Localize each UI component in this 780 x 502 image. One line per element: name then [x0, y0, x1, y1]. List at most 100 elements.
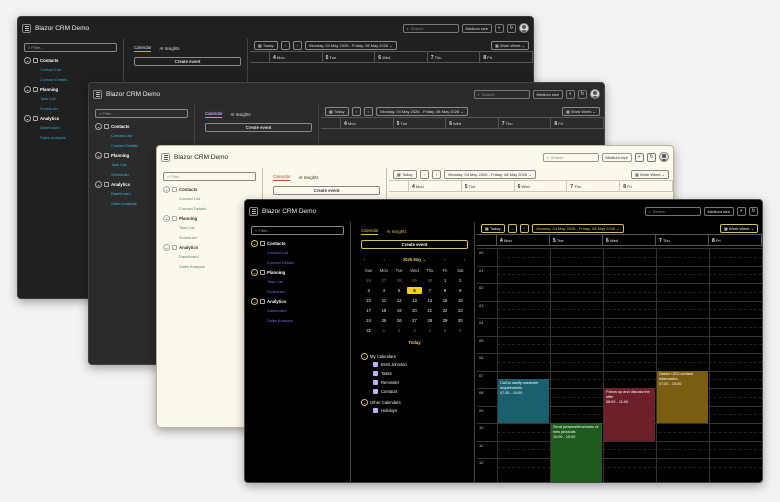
- filter-input[interactable]: ⌕ Filter...: [95, 109, 188, 118]
- sidebar-item-scheduler[interactable]: Scheduler: [163, 233, 256, 243]
- chevron-up-icon[interactable]: ‹: [444, 257, 445, 262]
- day-header[interactable]: 6 Wed: [603, 235, 656, 245]
- filter-input[interactable]: ⌕ Filter...: [251, 226, 344, 235]
- mini-calendar-day[interactable]: 10: [361, 297, 376, 304]
- day-header[interactable]: 5 Tue: [394, 118, 447, 128]
- mini-calendar-day[interactable]: 14: [422, 297, 437, 304]
- create-event-button[interactable]: Create event: [134, 57, 241, 66]
- size-select[interactable]: Medium size: [461, 23, 492, 33]
- size-select[interactable]: Medium size: [601, 152, 632, 162]
- theme-icon[interactable]: ◐: [566, 89, 575, 99]
- sidebar-item-dashboard[interactable]: Dashboard: [251, 306, 344, 316]
- day-header[interactable]: 4 Mon: [341, 118, 394, 128]
- calendar-event[interactable]: Follow up and discuss the offer 08:00 - 1…: [604, 388, 655, 441]
- day-header[interactable]: 8 Fri: [480, 52, 533, 62]
- date-range-button[interactable]: Monday, 04 May 2026 - Friday, 08 May 202…: [305, 40, 397, 50]
- mini-calendar-day[interactable]: 29: [437, 317, 452, 324]
- create-event-button[interactable]: Create event: [205, 123, 312, 132]
- day-header[interactable]: 8 Fri: [551, 118, 604, 128]
- view-select[interactable]: ▦ Work Week ⌄: [562, 106, 600, 116]
- view-select[interactable]: ▦ Work Week ⌄: [491, 40, 529, 50]
- search-input[interactable]: ⌕ Search: [644, 206, 701, 216]
- mini-calendar-title[interactable]: 2026 May ⌄: [403, 257, 426, 262]
- day-header[interactable]: 5 Tue: [462, 181, 515, 191]
- sidebar-group-analytics[interactable]: ⌄ Analytics: [251, 297, 344, 306]
- sidebar-group-contacts[interactable]: ⌄ Contacts: [24, 56, 117, 65]
- tab-ai-insights[interactable]: AI Insights: [230, 112, 250, 117]
- theme-icon[interactable]: ◐: [495, 23, 504, 33]
- refresh-icon[interactable]: ↻: [647, 152, 656, 162]
- mini-calendar-day[interactable]: 28: [422, 317, 437, 324]
- checkbox-icon[interactable]: [373, 380, 378, 385]
- mini-calendar-day[interactable]: 1: [376, 327, 391, 334]
- sidebar-group-planning[interactable]: ⌄ Planning: [251, 268, 344, 277]
- mini-calendar-day[interactable]: 15: [437, 297, 452, 304]
- prev-button[interactable]: ‹: [419, 169, 429, 179]
- date-range-button[interactable]: Monday, 04 May 2026 - Friday, 08 May 202…: [444, 169, 536, 179]
- calendar-item[interactable]: Holidays: [361, 406, 468, 415]
- filter-input[interactable]: ⌕ Filter...: [163, 172, 256, 181]
- chevron-right-icon[interactable]: ›: [383, 257, 384, 262]
- refresh-icon[interactable]: ↻: [749, 206, 758, 216]
- mini-calendar-day[interactable]: 26: [392, 317, 407, 324]
- mini-calendar-day[interactable]: 18: [376, 307, 391, 314]
- avatar[interactable]: [590, 89, 600, 99]
- sidebar-item-contact-list[interactable]: Contact List: [251, 248, 344, 258]
- mini-calendar-day[interactable]: 4: [376, 287, 391, 294]
- time-grid[interactable]: 00 01 02 03 04 05 06 07 08 09 10 11 12 Call to clarif…: [477, 248, 762, 482]
- sidebar-item-dashboard[interactable]: Dashboard: [163, 252, 256, 262]
- sidebar-item-contact-list[interactable]: Contact List: [24, 65, 117, 75]
- mini-calendar-day[interactable]: 25: [376, 317, 391, 324]
- mini-calendar-day[interactable]: 31: [361, 327, 376, 334]
- mini-calendar-day[interactable]: 4: [422, 327, 437, 334]
- calendar-event[interactable]: Send pictures/brochures of new products 1…: [551, 423, 602, 482]
- create-event-button[interactable]: Create event: [361, 240, 468, 249]
- mini-calendar-day[interactable]: 29: [407, 277, 422, 284]
- theme-icon[interactable]: ◐: [635, 152, 644, 162]
- mini-calendar-day[interactable]: 30: [422, 277, 437, 284]
- checkbox-icon[interactable]: [373, 362, 378, 367]
- size-select[interactable]: Medium size: [532, 89, 563, 99]
- day-header[interactable]: 7 Thu: [567, 181, 621, 191]
- create-event-button[interactable]: Create event: [273, 186, 380, 195]
- mini-today-button[interactable]: Today: [361, 340, 468, 345]
- mini-calendar-day[interactable]: 9: [453, 287, 468, 294]
- my-calendars-group[interactable]: ⌄ My Calendars: [361, 353, 468, 360]
- day-header[interactable]: 5 Tue: [550, 235, 603, 245]
- calendar-item[interactable]: Tasks: [361, 369, 468, 378]
- mini-calendar-day[interactable]: 27: [407, 317, 422, 324]
- prev-button[interactable]: ‹: [280, 40, 290, 50]
- day-header[interactable]: 8 Fri: [620, 181, 673, 191]
- sidebar-item-scheduler[interactable]: Scheduler: [251, 287, 344, 297]
- mini-calendar-day[interactable]: 28: [392, 277, 407, 284]
- calendar-item[interactable]: Reminder: [361, 378, 468, 387]
- today-button[interactable]: ▦ Today: [393, 169, 417, 179]
- tab-calendar[interactable]: Calendar: [205, 111, 223, 118]
- menu-icon[interactable]: [93, 89, 102, 99]
- sidebar-item-contact-list[interactable]: Contact List: [163, 194, 256, 204]
- sidebar-item-task-list[interactable]: Task List: [251, 277, 344, 287]
- date-range-button[interactable]: Monday, 04 May 2026 - Friday, 08 May 202…: [532, 223, 624, 233]
- next-button[interactable]: ›: [363, 106, 374, 116]
- mini-calendar-day[interactable]: 2: [453, 277, 468, 284]
- mini-calendar-day[interactable]: 5: [437, 327, 452, 334]
- sidebar-group-contacts[interactable]: ⌄ Contacts: [95, 122, 188, 131]
- sidebar-group-analytics[interactable]: ⌄ Analytics: [163, 243, 256, 252]
- sidebar-group-planning[interactable]: ⌄ Planning: [163, 214, 256, 223]
- sidebar-item-contact-details[interactable]: Contact Details: [251, 258, 344, 268]
- calendar-item[interactable]: Brett Johnson: [361, 360, 468, 369]
- mini-calendar-day[interactable]: 16: [453, 297, 468, 304]
- day-header[interactable]: 6 Wed: [375, 52, 428, 62]
- menu-icon[interactable]: [22, 23, 31, 33]
- mini-calendar-day[interactable]: 27: [376, 277, 391, 284]
- mini-calendar-day[interactable]: 17: [361, 307, 376, 314]
- mini-calendar-day[interactable]: 7: [422, 287, 437, 294]
- sidebar-item-task-list[interactable]: Task List: [163, 223, 256, 233]
- mini-calendar-day[interactable]: 20: [407, 307, 422, 314]
- mini-calendar-day[interactable]: 3: [407, 327, 422, 334]
- today-button[interactable]: ▦ Today: [325, 106, 349, 116]
- theme-icon[interactable]: ◐: [737, 206, 746, 216]
- day-header[interactable]: 4 Mon: [497, 235, 550, 245]
- size-select[interactable]: Medium size: [703, 206, 734, 216]
- mini-calendar-day[interactable]: 24: [361, 317, 376, 324]
